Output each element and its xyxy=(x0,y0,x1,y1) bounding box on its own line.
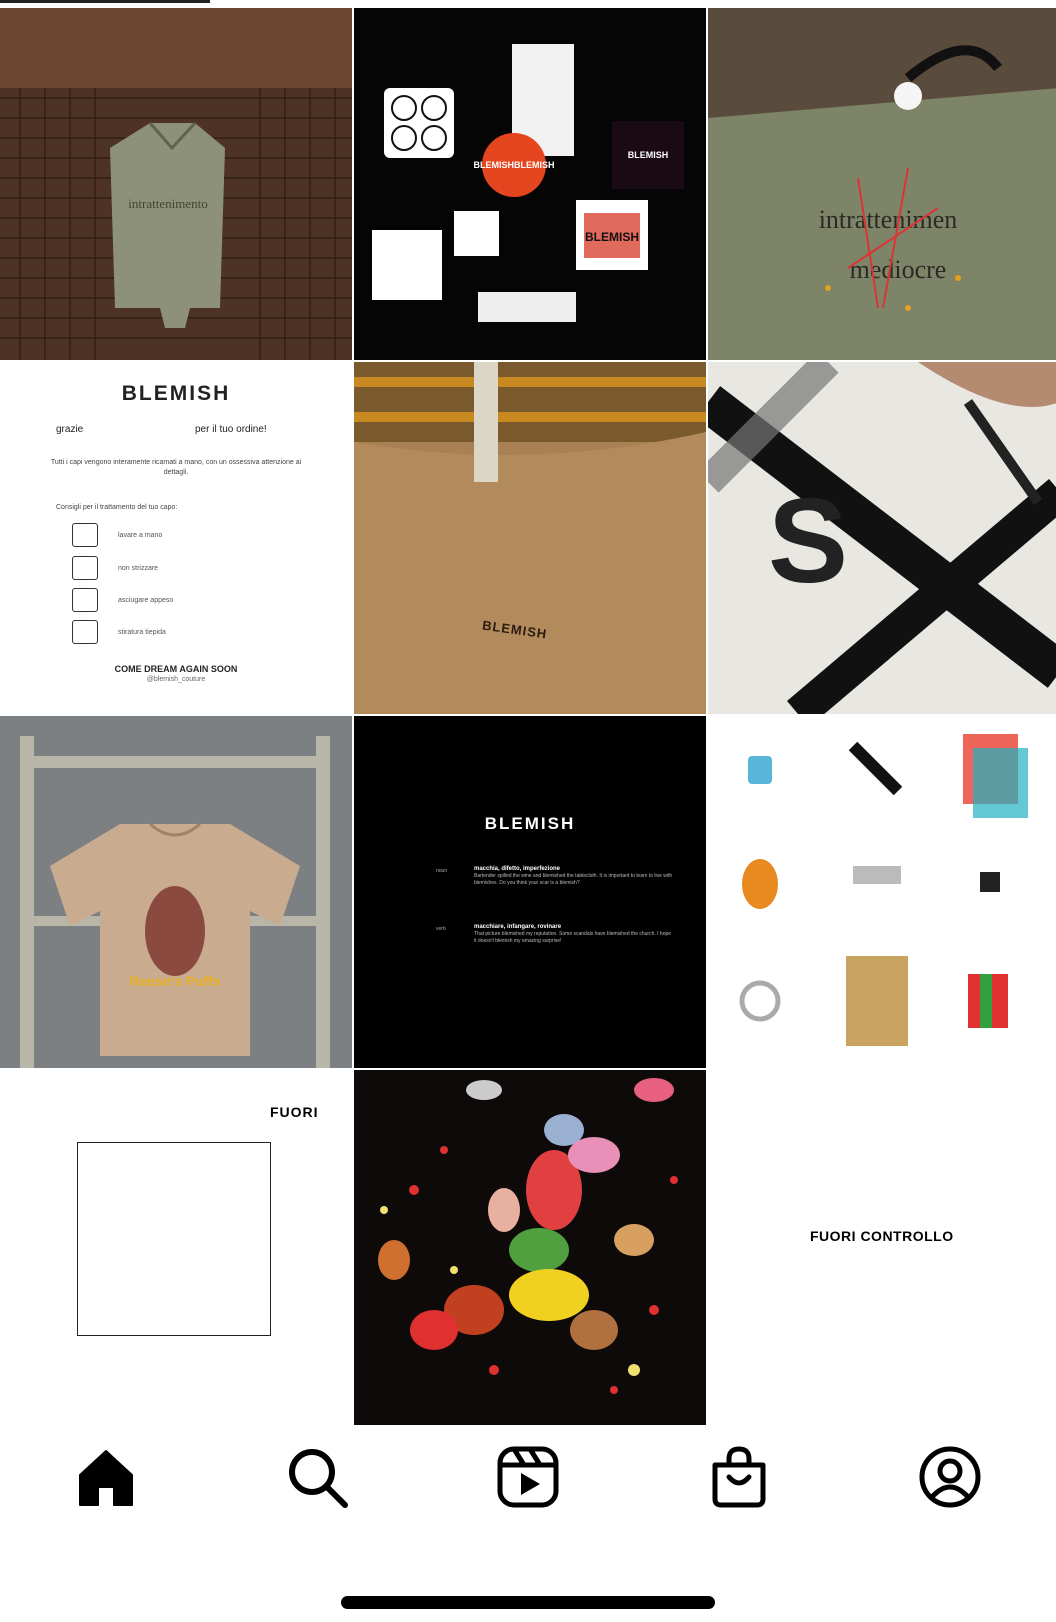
home-icon xyxy=(78,1450,133,1506)
profile-icon xyxy=(919,1446,981,1508)
card-description: Tutti i capi vengono interamente ricamat… xyxy=(50,459,302,476)
nav-shop[interactable] xyxy=(704,1442,774,1512)
noun-label: noun xyxy=(436,868,448,874)
care-row-wash: lavare a mano xyxy=(72,522,162,548)
nav-search[interactable] xyxy=(282,1442,352,1512)
noun-meaning: macchia, difetto, imperfezione xyxy=(474,866,561,872)
fuori-empty-frame xyxy=(77,1142,271,1336)
verb-label: verb xyxy=(436,926,446,932)
care-row-dry: asciugare appeso xyxy=(72,587,173,613)
care-label: asciugare appeso xyxy=(118,596,174,604)
definition-title: BLEMISH xyxy=(484,814,576,833)
nav-profile[interactable] xyxy=(915,1442,985,1512)
objects-photo xyxy=(708,716,1056,1068)
sticker-small-label: BLEMISH xyxy=(628,150,669,160)
card-signoff: COME DREAM AGAIN SOON xyxy=(114,664,238,674)
verb-definition: macchiare, infangare, rovinare That pict… xyxy=(474,924,674,945)
tshirt-graphic-text: Reese's Puffs xyxy=(129,973,220,989)
stickers-photo: BLEMISHBLEMISH BLEMISH BLEMISH xyxy=(354,8,706,360)
post-thank-you-card[interactable]: BLEMISH grazie per il tuo ordine! Tutti … xyxy=(0,362,352,714)
care-label: stiratura tiepida xyxy=(118,628,166,636)
tshirt-photo: Reese's Puffs xyxy=(0,716,352,1068)
hand-wash-icon xyxy=(72,523,98,547)
iron-icon xyxy=(72,620,98,644)
embroidered-text-line2: mediocre xyxy=(850,255,947,284)
post-fuori-controllo[interactable]: FUORI CONTROLLO xyxy=(708,1070,1056,1425)
noun-definition: macchia, difetto, imperfezione Bartender… xyxy=(474,866,674,887)
scroll-top-edge xyxy=(0,0,210,3)
shop-icon xyxy=(712,1446,766,1508)
nav-reels[interactable] xyxy=(493,1442,563,1512)
jacket-fence-photo: intrattenimento xyxy=(0,8,352,360)
stencil-letter: S xyxy=(768,474,848,608)
card-handle: @blemish_couture xyxy=(146,676,206,683)
post-stickers[interactable]: BLEMISHBLEMISH BLEMISH BLEMISH xyxy=(354,8,706,360)
bottom-nav xyxy=(0,1422,1056,1540)
fuori-label: FUORI xyxy=(270,1104,319,1120)
noun-example: Bartender spilled the wine and blemished… xyxy=(474,873,673,886)
no-wring-icon xyxy=(72,556,98,580)
post-jacket-fence[interactable]: intrattenimento xyxy=(0,8,352,360)
card-thanks-left: grazie xyxy=(56,424,84,435)
post-objects[interactable] xyxy=(708,716,1056,1068)
post-jacket-embroidery[interactable]: intrattenimen mediocre xyxy=(708,8,1056,360)
care-label: non strizzare xyxy=(118,564,159,572)
search-icon xyxy=(288,1449,348,1508)
post-stencil[interactable]: S xyxy=(708,362,1056,714)
stencil-photo: S xyxy=(708,362,1056,714)
card-brand: BLEMISH xyxy=(121,382,231,405)
verb-meaning: macchiare, infangare, rovinare xyxy=(474,924,562,930)
fuori-controllo-label: FUORI CONTROLLO xyxy=(810,1228,954,1244)
post-definition[interactable]: BLEMISH noun macchia, difetto, imperfezi… xyxy=(354,716,706,1068)
post-paper-bag[interactable]: BLEMISH xyxy=(354,362,706,714)
card-tips-title: Consigli per il trattamento del tuo capo… xyxy=(56,504,178,511)
profile-post-grid: intrattenimento BLEMISHBLEMISH BLEMISH B… xyxy=(0,8,1056,1425)
care-row-wring: non strizzare xyxy=(72,555,158,581)
embroidery-closeup-photo xyxy=(354,1070,706,1425)
paper-bag-photo xyxy=(354,362,706,714)
card-thanks-right: per il tuo ordine! xyxy=(195,424,267,435)
post-embroidery-closeup[interactable] xyxy=(354,1070,706,1425)
reels-icon xyxy=(497,1446,559,1508)
home-indicator[interactable] xyxy=(341,1596,715,1609)
care-label: lavare a mano xyxy=(118,531,163,539)
sticker-gradient-label: BLEMISH xyxy=(585,230,639,244)
sticker-badge-text: BLEMISHBLEMISH xyxy=(474,160,555,170)
care-row-iron: stiratura tiepida xyxy=(72,619,166,645)
jacket-embroidery-text: intrattenimento xyxy=(128,196,207,211)
nav-home[interactable] xyxy=(71,1442,141,1512)
post-tshirt[interactable]: Reese's Puffs xyxy=(0,716,352,1068)
jacket-embroidery-photo: intrattenimen mediocre xyxy=(708,8,1056,360)
verb-example: That picture blemished my reputation. So… xyxy=(474,931,672,944)
post-fuori[interactable]: FUORI xyxy=(0,1070,352,1425)
line-dry-icon xyxy=(72,588,98,612)
